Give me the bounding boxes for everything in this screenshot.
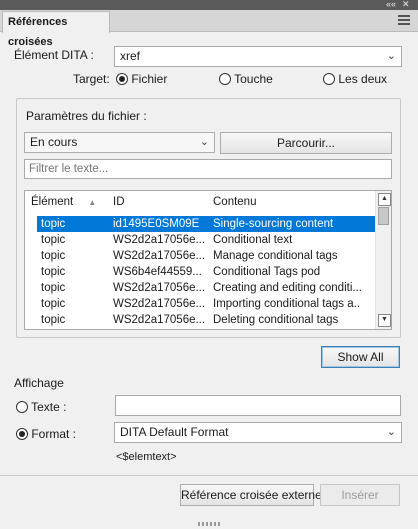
- chevron-down-icon: ⌄: [386, 426, 396, 438]
- element-dita-select[interactable]: xref ⌄: [114, 46, 402, 67]
- chevron-down-icon: ⌄: [386, 50, 396, 62]
- radio-format-icon[interactable]: [16, 428, 28, 440]
- target-option-touche-label: Touche: [234, 72, 273, 86]
- cell-content: Conditional Tags pod: [213, 266, 321, 278]
- table-row[interactable]: topic WS2d2a17056e... Deleting conditional…: [25, 312, 375, 328]
- cell-element: topic: [41, 314, 66, 326]
- target-label: Target:: [73, 72, 110, 86]
- target-option-fichier[interactable]: Fichier: [116, 72, 167, 86]
- table-row[interactable]: topic WS6b4ef44559... Conditional Tags pod: [25, 264, 375, 280]
- footer-divider: [0, 475, 418, 476]
- display-option-format-label: Format :: [31, 427, 77, 441]
- target-option-les-deux-label: Les deux: [338, 72, 388, 86]
- radio-text-icon[interactable]: [16, 401, 28, 413]
- scope-select[interactable]: En cours ⌄: [24, 132, 215, 153]
- cell-id: WS2d2a17056e...: [113, 250, 206, 262]
- scroll-down-icon[interactable]: ▼: [378, 314, 391, 327]
- radio-les-deux-icon[interactable]: [323, 73, 335, 85]
- resize-grip-icon[interactable]: [198, 522, 220, 526]
- cell-content: Manage conditional tags: [213, 250, 338, 262]
- cell-content: Conditional text: [213, 234, 293, 246]
- format-select[interactable]: DITA Default Format ⌄: [114, 422, 402, 443]
- display-text-input[interactable]: [115, 395, 401, 416]
- references-table: Élément ▲ ID Contenu topic id1495E0SM09E S…: [24, 190, 392, 330]
- column-header-element[interactable]: Élément ▲: [25, 191, 114, 213]
- cell-id: WS2d2a17056e...: [113, 298, 206, 310]
- column-header-id[interactable]: ID: [107, 191, 214, 213]
- cell-element: topic: [41, 282, 66, 294]
- display-option-text-label: Texte :: [31, 400, 67, 414]
- target-option-touche[interactable]: Touche: [219, 72, 273, 86]
- close-icon[interactable]: ✕: [402, 0, 410, 9]
- cell-element: topic: [41, 266, 66, 278]
- table-row[interactable]: topic WS2d2a17056e... Manage conditional t…: [25, 248, 375, 264]
- table-row[interactable]: topic WS2d2a17056e... Importing conditiona…: [25, 296, 375, 312]
- cell-content: Importing conditional tags a...: [213, 298, 361, 310]
- chevron-down-icon: ⌄: [199, 136, 209, 148]
- cell-element: topic: [41, 234, 66, 246]
- filter-input[interactable]: [24, 159, 392, 179]
- scope-value: En cours: [30, 135, 78, 149]
- target-option-les-deux[interactable]: Les deux: [323, 72, 387, 86]
- cell-id: id1495E0SM09E: [113, 218, 200, 230]
- display-option-text[interactable]: Texte :: [16, 400, 66, 414]
- table-row[interactable]: topic id1495E0SM09E Single-sourcing conten…: [37, 216, 375, 232]
- cell-element: topic: [41, 298, 66, 310]
- panel-title-strip: «« ✕: [0, 0, 418, 10]
- element-dita-label: Élément DITA :: [14, 48, 94, 62]
- display-option-format[interactable]: Format :: [16, 427, 76, 441]
- file-params-label: Paramètres du fichier :: [26, 109, 147, 123]
- cell-content: Deleting conditional tags: [213, 314, 339, 326]
- element-dita-value: xref: [120, 49, 141, 63]
- table-row[interactable]: topic WS2d2a17056e... Creating and editing…: [25, 280, 375, 296]
- cell-element: topic: [41, 250, 66, 262]
- display-heading: Affichage: [14, 376, 64, 390]
- scroll-thumb[interactable]: [378, 207, 389, 225]
- cell-content: Creating and editing conditi...: [213, 282, 361, 294]
- tab-references-croisees[interactable]: Références croisées: [2, 11, 110, 48]
- cell-id: WS2d2a17056e...: [113, 282, 206, 294]
- show-all-button[interactable]: Show All: [321, 346, 400, 368]
- cell-id: WS6b4ef44559...: [113, 266, 202, 278]
- target-option-fichier-label: Fichier: [131, 72, 168, 86]
- cell-id: WS2d2a17056e...: [113, 314, 206, 326]
- column-header-contenu[interactable]: Contenu: [207, 191, 381, 213]
- format-value: DITA Default Format: [120, 425, 229, 439]
- cell-element: topic: [41, 218, 66, 230]
- format-preview: <$elemtext>: [116, 451, 177, 463]
- radio-touche-icon[interactable]: [219, 73, 231, 85]
- cell-content: Single-sourcing content: [213, 218, 334, 230]
- panel-menu-icon[interactable]: [398, 15, 410, 27]
- vertical-scrollbar[interactable]: ▲ ▼: [375, 191, 391, 329]
- insert-button[interactable]: Insérer: [320, 484, 400, 506]
- browse-button[interactable]: Parcourir...: [220, 132, 392, 154]
- sort-asc-icon: ▲: [88, 198, 97, 207]
- table-row[interactable]: topic WS2d2a17056e... Conditional text: [25, 232, 375, 248]
- cell-id: WS2d2a17056e...: [113, 234, 206, 246]
- radio-fichier-icon[interactable]: [116, 73, 128, 85]
- scroll-up-icon[interactable]: ▲: [378, 193, 391, 206]
- collapse-icon[interactable]: ««: [386, 0, 396, 9]
- external-reference-button[interactable]: Référence croisée externe: [180, 484, 322, 506]
